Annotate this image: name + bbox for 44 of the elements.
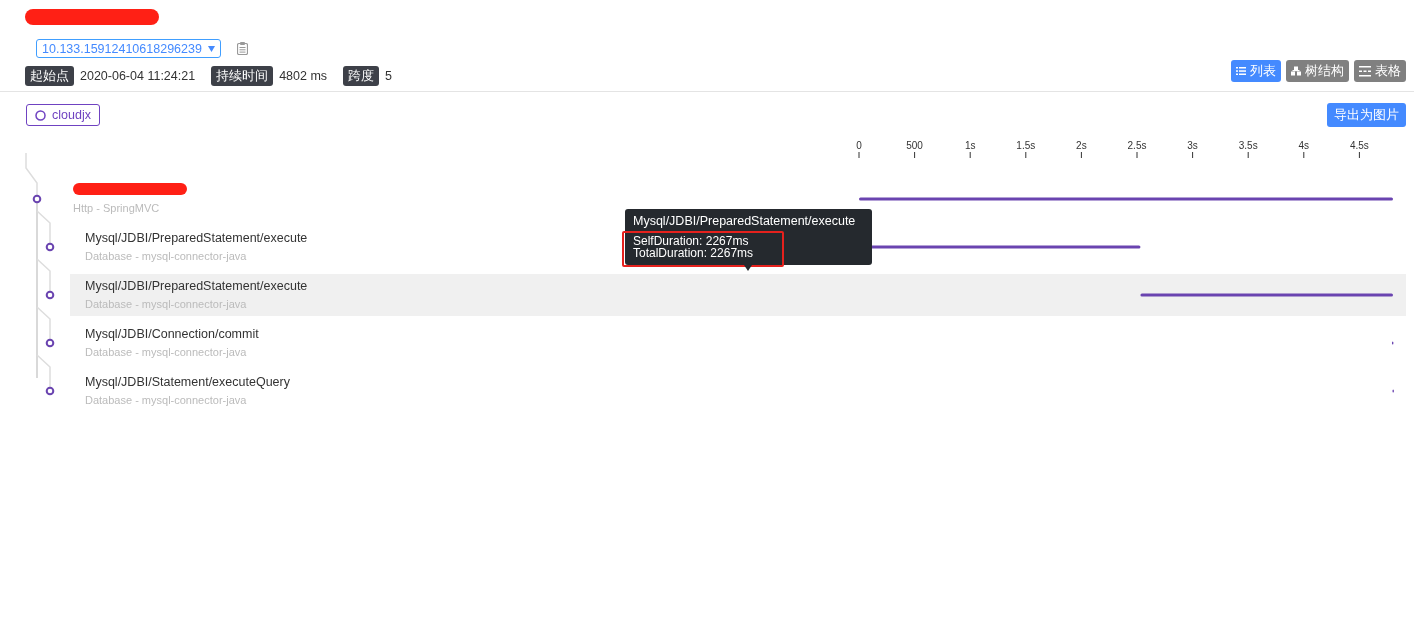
- tooltip-title: Mysql/JDBI/PreparedStatement/execute: [633, 215, 857, 227]
- meta-label: 跨度: [343, 66, 380, 86]
- span-type: Database - mysql-connector-java: [85, 346, 247, 358]
- node-dot-icon: [45, 242, 55, 252]
- axis-tick: 3.5s: [1238, 140, 1258, 159]
- caret-icon: [207, 45, 215, 52]
- view-button[interactable]: 表格: [1354, 60, 1406, 82]
- axis-tick: 4s: [1298, 140, 1310, 159]
- axis-tick: 0: [856, 140, 862, 159]
- span-type: Database - mysql-connector-java: [85, 250, 247, 262]
- node-dot-icon: [45, 338, 55, 348]
- tooltip-line: TotalDuration: 2267ms: [633, 247, 755, 259]
- span-name: Mysql/JDBI/PreparedStatement/execute: [85, 279, 308, 295]
- duration-bar: [1391, 341, 1394, 345]
- span-name: Mysql/JDBI/Statement/executeQuery: [85, 375, 290, 391]
- view-button[interactable]: 列表: [1231, 60, 1281, 82]
- trace-id-dropdown[interactable]: 10.133.15912410618296239: [36, 39, 221, 58]
- span-type: Database - mysql-connector-java: [85, 394, 247, 406]
- export-button[interactable]: 导出为图片: [1327, 103, 1406, 127]
- list-icon: [1236, 66, 1246, 76]
- node-dot-icon: [45, 290, 55, 300]
- node-dot-icon: [45, 386, 55, 396]
- span-type: Http - SpringMVC: [73, 202, 160, 214]
- tree-icon: [1291, 66, 1301, 76]
- node-dot-icon: [32, 194, 42, 204]
- axis-tick: 500: [906, 140, 923, 159]
- tooltip-line: SelfDuration: 2267ms: [633, 235, 750, 247]
- meta-value: 2020-06-04 11:24:21: [80, 69, 196, 83]
- axis-tick: 4.5s: [1349, 140, 1369, 159]
- axis-tick: 1.5s: [1016, 140, 1036, 159]
- view-button[interactable]: 树结构: [1286, 60, 1349, 82]
- axis-tick: 2.5s: [1127, 140, 1147, 159]
- meta-label: 起始点: [25, 66, 74, 86]
- meta-value: 5: [385, 69, 393, 83]
- table-icon: [1359, 65, 1371, 77]
- meta-value: 4802 ms: [279, 69, 328, 83]
- clipboard-icon[interactable]: [236, 42, 248, 55]
- axis-tick: 3s: [1187, 140, 1198, 159]
- service-tag[interactable]: cloudjx: [26, 104, 100, 126]
- span-name: Mysql/JDBI/Connection/commit: [85, 327, 259, 343]
- span-name: Mysql/JDBI/PreparedStatement/execute: [85, 231, 308, 247]
- axis-tick: 1s: [964, 140, 976, 159]
- axis-tick: 2s: [1076, 140, 1087, 159]
- meta-label: 持续时间: [211, 66, 274, 86]
